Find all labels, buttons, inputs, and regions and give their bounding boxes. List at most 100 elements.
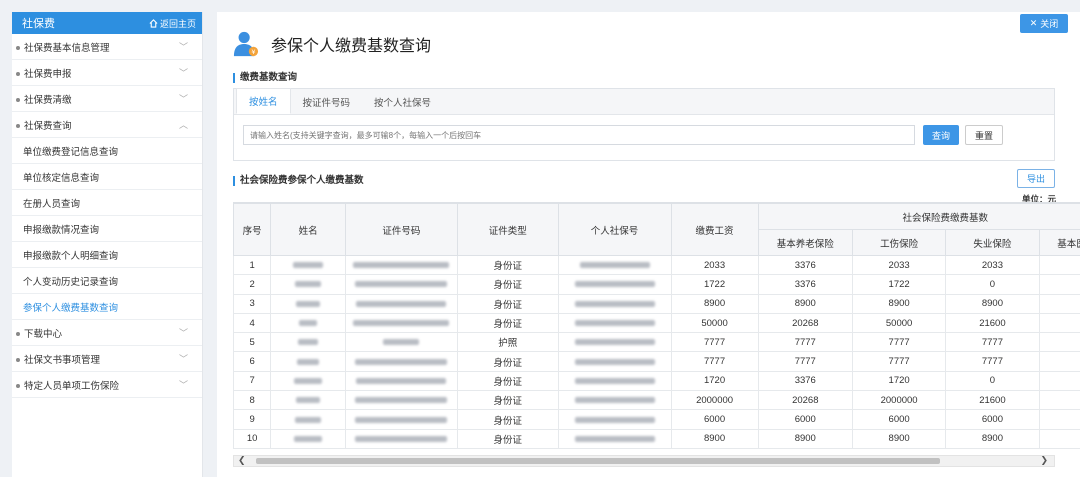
sidebar-item-payment[interactable]: 社保费清缴 ﹀: [12, 86, 202, 112]
reset-button[interactable]: 重置: [965, 125, 1003, 145]
sidebar-sub-contribution-base[interactable]: 参保个人缴费基数查询: [12, 294, 202, 320]
table-row[interactable]: 8身份证20000002026820000002160056: [233, 390, 1080, 411]
cell-injury: 8900: [851, 293, 947, 314]
home-link[interactable]: 返回主页: [149, 17, 196, 30]
col-header-ss-number: 个人社保号: [557, 203, 672, 256]
cell-unemployment: 7777: [945, 351, 1040, 372]
cell-id-type: 身份证: [456, 254, 559, 276]
sidebar-item-injury-insurance[interactable]: 特定人员单项工伤保险 ﹀: [12, 372, 202, 398]
query-button[interactable]: 查询: [923, 125, 959, 145]
cell-injury: 50000: [851, 312, 947, 334]
result-table-container[interactable]: 序号 姓名 证件号码 证件类型 个人社保号 缴费工资 社会保险费缴费基数 基本养…: [233, 202, 1080, 462]
col-header-unemployment: 失业保险: [945, 229, 1040, 256]
col-header-id-number: 证件号码: [344, 203, 458, 256]
chevron-icon: ﹀: [178, 354, 188, 364]
sidebar-item-text: 社保费基本信息管理: [16, 40, 110, 54]
cell-seq: 4: [233, 312, 272, 334]
cell-name-redacted: [270, 254, 346, 276]
cell-injury: 7777: [851, 332, 947, 353]
table-row[interactable]: 7 身份证 1720 3376 1720 0: [233, 370, 1080, 392]
horizontal-scrollbar[interactable]: ❮ ❯: [233, 455, 1055, 467]
col-header-group-base: 社会保险费缴费基数: [757, 203, 1080, 230]
table-row[interactable]: 5护照777777777777777756: [233, 332, 1080, 353]
cell-id-number-redacted: [344, 312, 458, 334]
sidebar-sub-declaration-status[interactable]: 申报缴款情况查询: [12, 216, 202, 242]
table-row[interactable]: 6身份证777777777777777756: [233, 351, 1080, 372]
cell-wage: 1720: [670, 370, 759, 392]
cell-unemployment: 0: [945, 370, 1040, 392]
sidebar-sub-change-history[interactable]: 个人变动历史记录查询: [12, 268, 202, 294]
cell-medical: 56: [1038, 254, 1080, 276]
cell-wage: 1722: [670, 274, 759, 295]
tab-by-name[interactable]: 按姓名: [236, 88, 291, 114]
cell-ss-number-redacted: [557, 332, 672, 353]
cell-pension: 3376: [757, 274, 853, 295]
cell-name-redacted: [270, 312, 346, 334]
tab-by-id-number[interactable]: 按证件号码: [291, 89, 363, 114]
sidebar-item-documents[interactable]: 社保文书事项管理 ﹀: [12, 346, 202, 372]
sidebar-sub-declaration-detail[interactable]: 申报缴款个人明细查询: [12, 242, 202, 268]
scroll-left-icon[interactable]: ❮: [238, 455, 246, 466]
scrollbar-thumb[interactable]: [256, 458, 940, 464]
cell-injury: 1720: [851, 370, 947, 392]
scroll-right-icon[interactable]: ❯: [1040, 455, 1048, 466]
cell-unemployment: 6000: [945, 409, 1040, 430]
close-button[interactable]: ✕ 关闭: [1020, 14, 1068, 33]
cell-pension: 20268: [757, 390, 853, 411]
cell-medical: [1038, 370, 1080, 392]
table-row[interactable]: 3身份证890089008900890056: [233, 293, 1080, 314]
home-link-label: 返回主页: [159, 18, 196, 29]
cell-seq: 9: [233, 409, 272, 430]
table-row[interactable]: 10身份证890089008900890056: [233, 428, 1080, 449]
cell-wage: 2033: [670, 254, 759, 276]
tab-by-social-security-number[interactable]: 按个人社保号: [362, 89, 443, 114]
col-header-wage: 缴费工资: [670, 203, 759, 256]
cell-id-number-redacted: [344, 293, 458, 314]
table-row[interactable]: 2 身份证 1722 3376 1722 0: [233, 274, 1080, 295]
cell-id-number-redacted: [344, 274, 458, 295]
cell-id-type: 身份证: [456, 274, 559, 295]
cell-id-number-redacted: [344, 428, 458, 449]
cell-id-type: 身份证: [456, 428, 559, 449]
cell-injury: 2033: [851, 254, 947, 276]
chevron-icon: ︿: [178, 120, 188, 130]
cell-unemployment: 21600: [945, 312, 1040, 334]
cell-id-type: 身份证: [456, 351, 559, 372]
cell-wage: 6000: [670, 409, 759, 430]
sidebar-item-basic-info[interactable]: 社保费基本信息管理 ﹀: [12, 34, 202, 60]
table-row[interactable]: 1身份证203333762033203356: [233, 254, 1080, 276]
sidebar-sub-registered-staff[interactable]: 在册人员查询: [12, 190, 202, 216]
sidebar-item-download-center[interactable]: 下载中心 ﹀: [12, 320, 202, 346]
col-header-medical: 基本医疗保险: [1038, 229, 1080, 256]
sidebar-sub-unit-registration[interactable]: 单位缴费登记信息查询: [12, 138, 202, 164]
sidebar-item-query[interactable]: 社保费查询 ︿: [12, 112, 202, 138]
cell-ss-number-redacted: [557, 428, 672, 449]
search-input[interactable]: [243, 125, 915, 145]
cell-wage: 8900: [670, 428, 759, 449]
home-icon: [149, 18, 158, 28]
user-avatar-icon: ¥: [233, 31, 259, 56]
cell-unemployment: 7777: [945, 332, 1040, 353]
cell-ss-number-redacted: [557, 274, 672, 295]
cell-id-number-redacted: [344, 390, 458, 411]
cell-pension: 8900: [757, 293, 853, 314]
cell-pension: 7777: [757, 351, 853, 372]
sidebar-sub-unit-approval[interactable]: 单位核定信息查询: [12, 164, 202, 190]
cell-medical: 56: [1038, 409, 1080, 430]
col-header-seq: 序号: [233, 203, 272, 256]
cell-seq: 10: [233, 428, 272, 449]
sidebar-item-label: 社保费清缴: [24, 94, 72, 106]
cell-unemployment: 21600: [945, 390, 1040, 411]
cell-pension: 3376: [757, 370, 853, 392]
cell-wage: 50000: [670, 312, 759, 334]
table-row[interactable]: 9身份证600060006000600056: [233, 409, 1080, 430]
cell-name-redacted: [270, 274, 346, 295]
cell-medical: 56: [1038, 312, 1080, 334]
cell-pension: 20268: [757, 312, 853, 334]
export-button[interactable]: 导出: [1017, 169, 1055, 188]
sidebar-item-declaration[interactable]: 社保费申报 ﹀: [12, 60, 202, 86]
sidebar-title: 社保费: [22, 18, 55, 30]
table-row[interactable]: 4身份证5000020268500002160056: [233, 312, 1080, 334]
cell-id-type: 身份证: [456, 293, 559, 314]
cell-id-number-redacted: [344, 254, 458, 276]
